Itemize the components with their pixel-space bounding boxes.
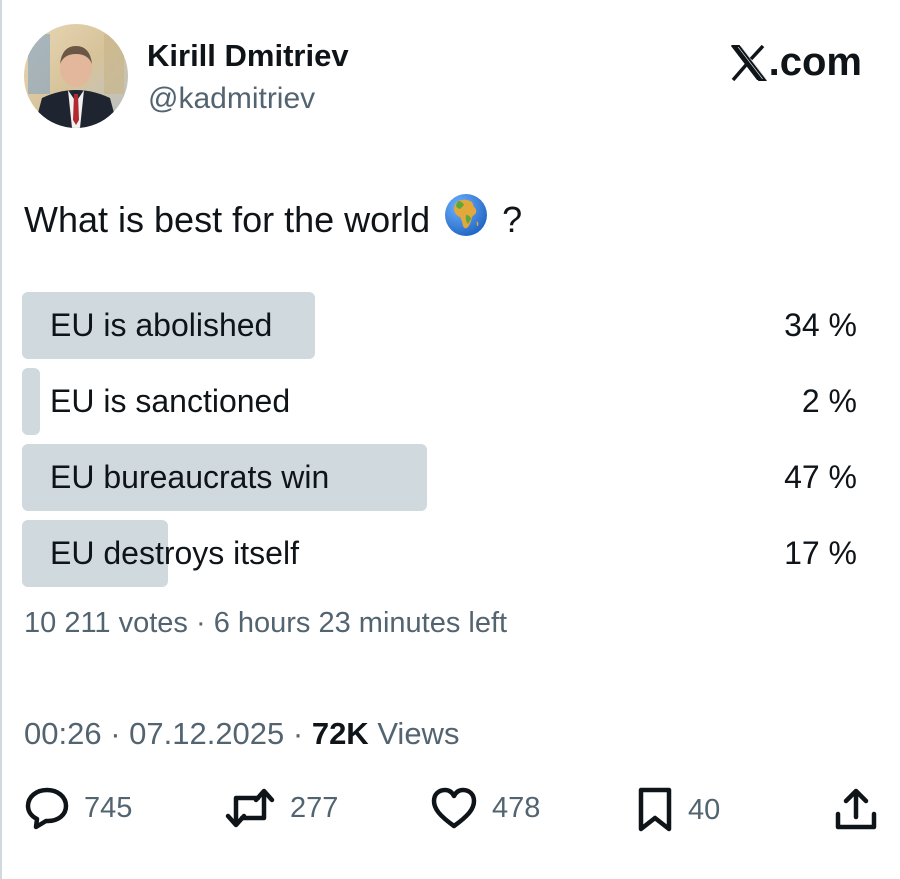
poll-option-label: EU is sanctioned: [50, 383, 291, 419]
reply-icon: [25, 787, 69, 830]
author-handle[interactable]: @kadmitriev: [148, 82, 315, 116]
poll-option-bar: [22, 368, 40, 435]
poll-meta: 10 211 votes · 6 hours 23 minutes left: [24, 607, 508, 639]
poll-option-label: EU destroys itself: [50, 535, 299, 571]
poll-option-percent: 17 %: [784, 535, 857, 571]
poll-option[interactable]: EU is abolished 34 %: [22, 292, 857, 359]
action-bar: 745 277 478 40: [2, 786, 900, 836]
views-count: 72K: [311, 716, 369, 751]
bookmark-count: 40: [688, 793, 721, 826]
repost-icon: [225, 788, 275, 828]
tweet-card: Kirill Dmitriev @kadmitriev .com What is…: [0, 0, 900, 879]
bookmark-button[interactable]: 40: [636, 786, 720, 834]
poll-option[interactable]: EU is sanctioned 2 %: [22, 368, 857, 435]
share-icon: [835, 788, 877, 830]
poll-option[interactable]: EU destroys itself 17 %: [22, 520, 857, 587]
like-count: 478: [492, 791, 541, 824]
tweet-text: What is best for the world ?: [24, 193, 522, 246]
poll-option-percent: 47 %: [784, 459, 857, 495]
globe-africa-icon: [444, 193, 488, 246]
x-logo[interactable]: .com: [730, 40, 862, 85]
question-text: What is best for the world: [24, 198, 431, 240]
poll-option[interactable]: EU bureaucrats win 47 %: [22, 444, 857, 511]
x-icon: [730, 44, 767, 81]
reply-button[interactable]: 745: [24, 786, 132, 830]
avatar[interactable]: [24, 24, 128, 128]
views-label: Views: [368, 716, 460, 751]
poll-option-percent: 2 %: [801, 383, 857, 419]
reply-count: 745: [84, 791, 133, 824]
heart-icon: [431, 787, 477, 829]
question-mark: ?: [502, 198, 523, 240]
poll-option-label: EU is abolished: [50, 307, 273, 343]
tweet-time-date[interactable]: 00:26 · 07.12.2025 ·: [24, 716, 312, 751]
like-button[interactable]: 478: [430, 786, 540, 830]
repost-count: 277: [290, 791, 339, 824]
share-button[interactable]: [833, 786, 879, 832]
repost-button[interactable]: 277: [224, 786, 338, 830]
bookmark-icon: [638, 787, 672, 832]
poll: EU is abolished 34 % EU is sanctioned 2 …: [22, 292, 857, 596]
brand-domain: .com: [768, 40, 862, 84]
poll-option-label: EU bureaucrats win: [50, 459, 330, 495]
author-name[interactable]: Kirill Dmitriev: [147, 38, 349, 74]
poll-option-percent: 34 %: [784, 307, 857, 343]
tweet-timestamp: 00:26 · 07.12.2025 · 72K Views: [24, 716, 459, 752]
